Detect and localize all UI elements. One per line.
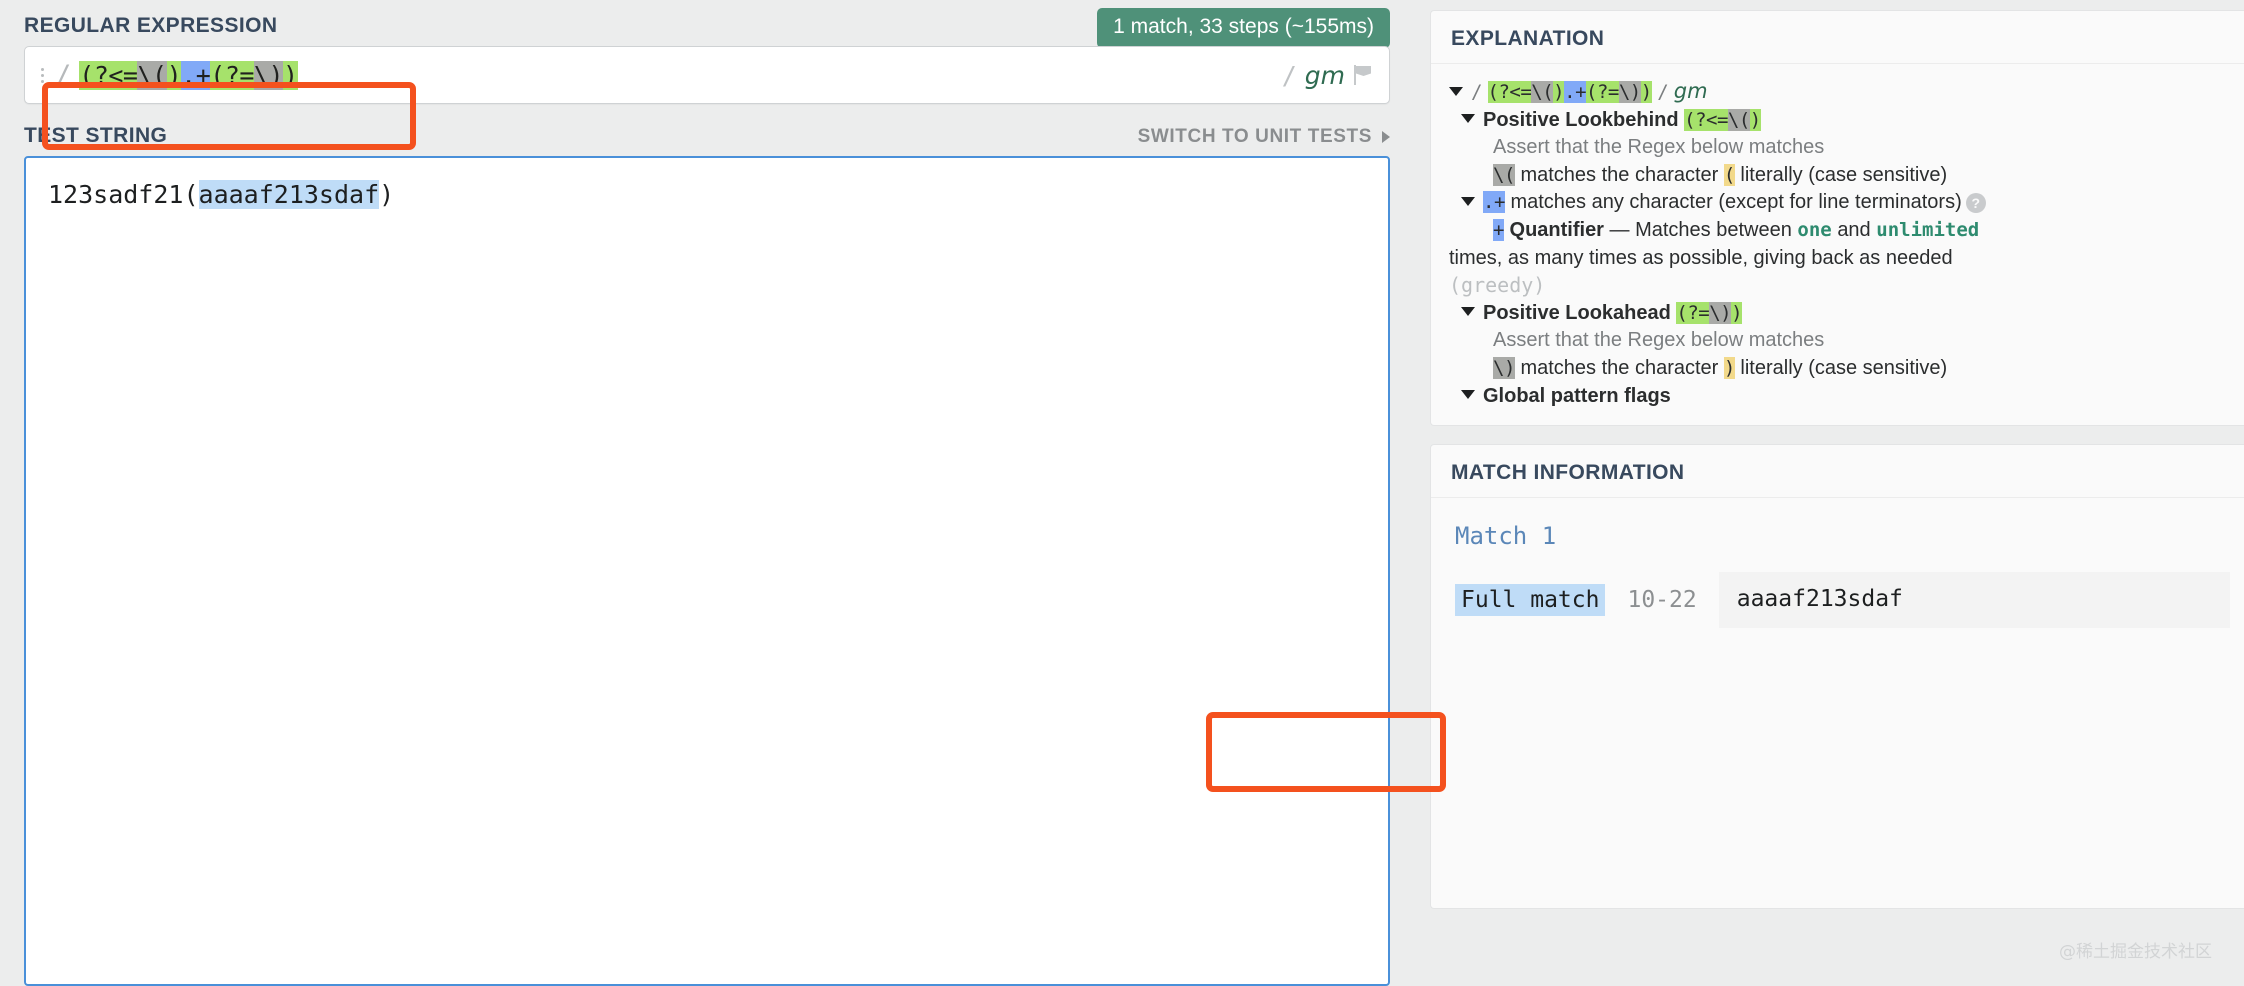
quantifier-max: unlimited [1876, 218, 1980, 241]
quantifier-greedy: (greedy) [1449, 273, 1546, 298]
lookbehind-desc-1: matches the character [1520, 163, 1719, 186]
lookahead-literal-char: ) [1723, 356, 1735, 379]
lookahead-escape-token: \) [1493, 356, 1515, 379]
quantifier-dash: — [1609, 218, 1630, 241]
lookbehind-row[interactable]: Positive Lookbehind (?<=\() [1449, 108, 2230, 134]
chevron-down-icon[interactable] [1461, 114, 1475, 124]
chevron-down-icon[interactable] [1461, 197, 1475, 207]
lookbehind-assert-text: Assert that the Regex below matches [1493, 136, 1825, 159]
explanation-body: / (?<=\().+(?=\)) / gm Positive Lookbehi… [1431, 78, 2244, 409]
lookahead-row[interactable]: Positive Lookahead (?=\)) [1449, 301, 2230, 327]
quantifier-text-2: times, as many times as possible, giving… [1449, 246, 1953, 269]
global-flags-label: Global pattern flags [1483, 384, 1671, 407]
regex-input-wrapper: / (?<=\().+(?=\)) / gm [24, 46, 1390, 150]
lookbehind-literal-char: ( [1723, 163, 1735, 186]
match-row: Full match 10-22 aaaaf213sdaf [1449, 572, 2230, 629]
dotplus-row[interactable]: .+ matches any character (except for lin… [1449, 190, 2230, 216]
watermark: @稀土掘金技术社区 [2059, 942, 2212, 962]
help-icon[interactable]: ? [1965, 193, 1986, 214]
test-string-title: TEST STRING [24, 124, 168, 147]
quantifier-and: and [1837, 218, 1871, 241]
left-column: REGULAR EXPRESSION 1 match, 33 steps (~1… [0, 0, 1418, 986]
test-string-match-highlight: aaaaf213sdaf [198, 180, 380, 209]
chevron-down-icon[interactable] [1461, 390, 1475, 400]
full-match-tag: Full match [1455, 584, 1606, 617]
lookahead-desc-2: literally (case sensitive) [1740, 356, 1948, 379]
root-flags-slash: / [1657, 81, 1669, 103]
match-information-title: MATCH INFORMATION [1431, 461, 2244, 499]
test-string-suffix: ) [379, 180, 395, 209]
global-flags-row[interactable]: Global pattern flags [1449, 384, 2230, 410]
switch-to-unit-tests-label: SWITCH TO UNIT TESTS [1137, 126, 1372, 147]
lookahead-assert-text: Assert that the Regex below matches [1493, 329, 1825, 352]
dotplus-token: .+ [1483, 191, 1505, 214]
dotplus-desc: matches any character (except for line t… [1510, 191, 1962, 214]
explanation-panel: EXPLANATION / (?<=\().+(?=\)) / gm Posit… [1430, 10, 2244, 427]
lookahead-token: (?=\)) [1676, 301, 1743, 324]
right-column: EXPLANATION / (?<=\().+(?=\)) / gm Posit… [1418, 0, 2244, 986]
test-string-prefix: 123sadf21( [48, 180, 199, 209]
lookbehind-desc-2: literally (case sensitive) [1740, 163, 1948, 186]
page-title: REGULAR EXPRESSION [24, 14, 278, 37]
quantifier-label: Quantifier [1509, 218, 1604, 241]
lookbehind-escape-row: \( matches the character ( literally (ca… [1449, 163, 2230, 189]
root-flags: gm [1673, 79, 1708, 103]
root-pattern: (?<=\().+(?=\)) [1487, 81, 1652, 103]
drag-handle-icon[interactable] [35, 67, 49, 83]
explanation-root-row[interactable]: / (?<=\().+(?=\)) / gm [1449, 78, 2230, 106]
quantifier-min: one [1797, 218, 1832, 241]
match-value: aaaaf213sdaf [1718, 572, 2230, 629]
switch-to-unit-tests-button[interactable]: SWITCH TO UNIT TESTS [1138, 126, 1390, 148]
flag-icon[interactable] [1353, 64, 1373, 86]
chevron-right-icon [1382, 131, 1390, 143]
match-range: 10-22 [1627, 587, 1697, 614]
match-index-label: Match 1 [1455, 522, 1557, 551]
lookbehind-label: Positive Lookbehind [1483, 108, 1679, 131]
lookahead-label: Positive Lookahead [1483, 301, 1671, 324]
root-slash: / [1471, 81, 1482, 103]
lookbehind-escape-token: \( [1493, 163, 1515, 186]
lookahead-desc-1: matches the character [1520, 356, 1719, 379]
quantifier-row: + Quantifier — Matches between one and u… [1449, 218, 2230, 244]
test-string-header: TEST STRING SWITCH TO UNIT TESTS [0, 104, 1418, 156]
regex-close-delimiter: / [1281, 60, 1297, 90]
regex-open-delimiter: / [55, 59, 72, 91]
regex-flags-value[interactable]: gm [1305, 61, 1345, 90]
quantifier-plus-token: + [1493, 218, 1504, 241]
lookbehind-token: (?<=\() [1684, 108, 1761, 131]
regex-pattern: (?<=\().+(?=\)) [79, 60, 298, 90]
regex-tester-app: REGULAR EXPRESSION 1 match, 33 steps (~1… [0, 0, 2244, 986]
match-count-badge: 1 match, 33 steps (~155ms) [1097, 8, 1390, 48]
regex-input[interactable]: / (?<=\().+(?=\)) / gm [24, 46, 1390, 104]
lookahead-escape-row: \) matches the character ) literally (ca… [1449, 356, 2230, 382]
match-information-body: Match 1 Full match 10-22 aaaaf213sdaf [1431, 512, 2244, 629]
test-string-input[interactable]: 123sadf21(aaaaf213sdaf) [24, 156, 1390, 986]
quantifier-text-1: Matches between [1635, 218, 1792, 241]
chevron-down-icon[interactable] [1449, 86, 1463, 96]
explanation-title: EXPLANATION [1431, 27, 2244, 64]
match-information-panel: MATCH INFORMATION Match 1 Full match 10-… [1430, 444, 2244, 910]
regex-flags[interactable]: / gm [1282, 61, 1373, 90]
chevron-down-icon[interactable] [1461, 307, 1475, 317]
